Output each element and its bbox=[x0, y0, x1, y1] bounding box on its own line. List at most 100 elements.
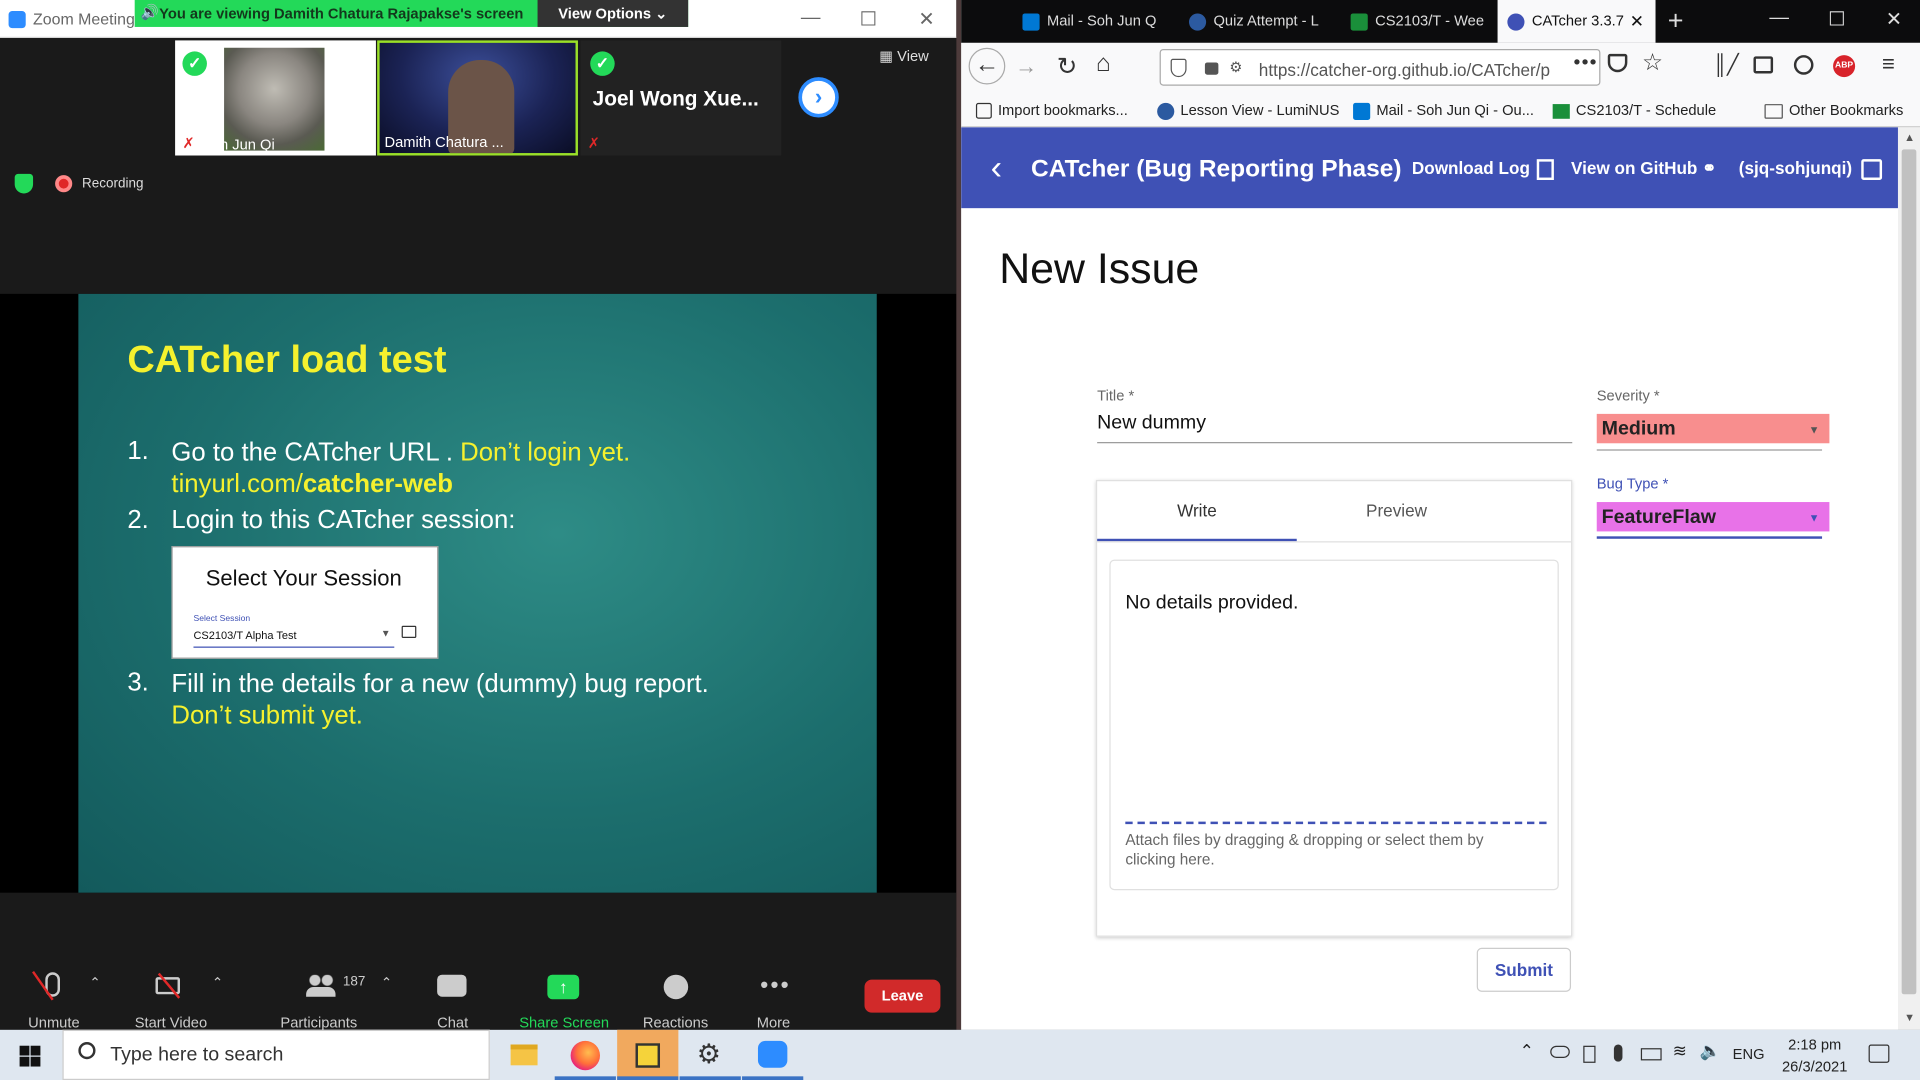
home-icon[interactable]: ⌂ bbox=[1096, 50, 1111, 78]
back-button-icon[interactable]: ← bbox=[968, 47, 1006, 85]
scrollbar-thumb[interactable] bbox=[1901, 149, 1917, 995]
settings-icon[interactable]: ⚙ bbox=[679, 1030, 741, 1080]
tab-label: Quiz Attempt - L bbox=[1213, 12, 1319, 30]
share-screen-button[interactable]: ↑ bbox=[547, 972, 584, 1001]
slide-item-2: 2. bbox=[127, 506, 148, 535]
maximize-icon[interactable]: ☐ bbox=[1828, 7, 1846, 31]
forward-icon[interactable]: → bbox=[1015, 54, 1037, 80]
page-title: New Issue bbox=[999, 244, 1200, 293]
adblock-plus-icon[interactable]: ABP bbox=[1833, 55, 1856, 78]
attach-files-hint[interactable]: Attach files by dragging & dropping or s… bbox=[1125, 830, 1529, 869]
slide-item-2-text: Login to this CATcher session: bbox=[171, 505, 516, 534]
maximize-icon[interactable]: ☐ bbox=[860, 7, 878, 31]
file-explorer-icon[interactable] bbox=[492, 1030, 553, 1080]
graduation-cap-icon bbox=[1350, 13, 1368, 31]
item-number: 2. bbox=[127, 505, 149, 534]
bug-type-label-text: Bug Type * bbox=[1596, 475, 1669, 493]
language-indicator[interactable]: ENG bbox=[1733, 1046, 1765, 1063]
tab-preview[interactable]: Preview bbox=[1297, 481, 1497, 541]
zoom-taskbar-icon[interactable] bbox=[742, 1030, 804, 1080]
unmute-menu-chevron-icon[interactable]: ⌃ bbox=[89, 975, 100, 991]
sidebar-icon[interactable] bbox=[1753, 56, 1774, 74]
view-options-button[interactable]: View Options ⌄ bbox=[537, 0, 689, 27]
tab-catcher[interactable]: CATcher 3.3.7 ✕ bbox=[1497, 0, 1656, 43]
windows-start-icon[interactable] bbox=[19, 1045, 41, 1067]
url-bar[interactable]: ⚙ https://catcher-org.github.io/CATcher/… bbox=[1159, 48, 1601, 86]
participants-button[interactable] bbox=[304, 972, 341, 1001]
description-text: No details provided. bbox=[1125, 592, 1299, 614]
battery-icon[interactable] bbox=[1640, 1048, 1662, 1061]
back-arrow-icon[interactable]: ‹ bbox=[991, 149, 1002, 186]
close-icon[interactable]: ✕ bbox=[1886, 7, 1902, 31]
next-page-button[interactable]: › bbox=[798, 77, 839, 118]
download-log-button[interactable]: Download Log bbox=[1412, 158, 1555, 180]
wifi-icon[interactable]: ≋ bbox=[1673, 1041, 1687, 1062]
new-tab-icon[interactable]: + bbox=[1668, 5, 1684, 37]
clock[interactable]: 2:18 pm 26/3/2021 bbox=[1776, 1033, 1854, 1077]
notifications-icon[interactable] bbox=[1868, 1044, 1890, 1063]
zoom-glyph bbox=[757, 1040, 788, 1068]
taskbar-search-box[interactable]: Type here to search bbox=[62, 1029, 490, 1080]
muted-mic-icon: ✗ bbox=[587, 134, 601, 152]
item-highlight: Don’t login yet. bbox=[460, 438, 631, 467]
session-screenshot: Select Your Session Select Session CS210… bbox=[171, 546, 439, 659]
tab-cs2103[interactable]: CS2103/T - Wee bbox=[1341, 0, 1495, 43]
close-icon[interactable]: ✕ bbox=[918, 7, 934, 31]
minimize-icon[interactable]: — bbox=[801, 7, 821, 29]
severity-label: Severity * bbox=[1596, 386, 1660, 405]
tray-chevron-icon[interactable]: ⌃ bbox=[1520, 1041, 1534, 1062]
leave-button[interactable]: Leave bbox=[864, 979, 941, 1013]
start-video-button[interactable] bbox=[155, 972, 193, 1001]
bookmark-star-icon[interactable]: ☆ bbox=[1642, 49, 1663, 77]
shield-icon bbox=[1170, 58, 1187, 78]
bookmark-import[interactable]: Import bookmarks... bbox=[975, 102, 1128, 120]
close-tab-icon[interactable]: ✕ bbox=[1630, 0, 1644, 43]
device-icon[interactable] bbox=[1583, 1045, 1596, 1063]
page-actions-icon[interactable]: ••• bbox=[1573, 53, 1597, 75]
chat-button[interactable] bbox=[437, 972, 474, 1001]
participant-tile-active-speaker[interactable]: Damith Chatura ... bbox=[377, 40, 578, 156]
minimize-icon[interactable]: — bbox=[1769, 7, 1789, 29]
description-editor[interactable]: No details provided. Attach files by dra… bbox=[1109, 559, 1559, 891]
reactions-button[interactable] bbox=[661, 972, 698, 1001]
scroll-down-icon[interactable]: ▼ bbox=[1904, 1011, 1915, 1023]
graduation-cap-icon bbox=[1552, 103, 1570, 119]
bug-type-select[interactable]: FeatureFlaw ▼ bbox=[1596, 502, 1830, 532]
menu-icon[interactable]: ≡ bbox=[1882, 51, 1895, 77]
account-icon[interactable] bbox=[1793, 55, 1814, 75]
participants-count: 187 bbox=[342, 974, 366, 990]
volume-icon[interactable]: 🔈 bbox=[1700, 1041, 1721, 1062]
more-button[interactable]: ••• bbox=[760, 972, 797, 1001]
bookmark-luminus[interactable]: Lesson View - LumiNUS bbox=[1157, 102, 1339, 120]
severity-select[interactable]: Medium ▼ bbox=[1596, 413, 1830, 444]
logout-button[interactable]: (sjq-sohjunqi) bbox=[1739, 158, 1883, 180]
pocket-icon[interactable] bbox=[1607, 53, 1628, 73]
participant-name-large: Joel Wong Xue... bbox=[592, 86, 759, 111]
start-video-label: Start Video bbox=[134, 1013, 208, 1032]
title-input[interactable]: New dummy bbox=[1097, 413, 1572, 442]
more-label: More bbox=[756, 1013, 791, 1032]
tab-write[interactable]: Write bbox=[1097, 481, 1297, 541]
page-scrollbar[interactable]: ▲ ▼ bbox=[1897, 127, 1920, 1030]
chat-label: Chat bbox=[437, 1013, 469, 1032]
video-menu-chevron-icon[interactable]: ⌃ bbox=[212, 975, 223, 991]
view-button[interactable]: ▦ View bbox=[879, 48, 929, 65]
bookmark-other[interactable]: Other Bookmarks bbox=[1764, 102, 1903, 119]
tab-quiz[interactable]: Quiz Attempt - L bbox=[1179, 0, 1333, 43]
view-on-github-button[interactable]: View on GitHub ⚭ bbox=[1571, 158, 1717, 179]
participants-menu-chevron-icon[interactable]: ⌃ bbox=[381, 975, 392, 991]
participants-body bbox=[306, 986, 336, 997]
bookmark-mail[interactable]: Mail - Soh Jun Qi - Ou... bbox=[1353, 102, 1534, 120]
onedrive-icon[interactable] bbox=[1550, 1045, 1570, 1058]
library-icon[interactable]: ║╱ bbox=[1713, 53, 1739, 77]
scroll-up-icon[interactable]: ▲ bbox=[1904, 131, 1915, 143]
microphone-icon[interactable] bbox=[1613, 1044, 1623, 1062]
participants-label: Participants bbox=[280, 1013, 358, 1032]
submit-button[interactable]: Submit bbox=[1476, 947, 1572, 992]
firefox-icon[interactable] bbox=[554, 1030, 616, 1080]
tab-mail[interactable]: Mail - Soh Jun Q bbox=[1013, 0, 1167, 43]
sticky-notes-icon[interactable] bbox=[617, 1029, 679, 1080]
bookmark-cs2103[interactable]: CS2103/T - Schedule bbox=[1552, 102, 1716, 119]
reload-icon[interactable]: ↻ bbox=[1057, 51, 1078, 82]
unmute-button[interactable] bbox=[32, 970, 76, 1001]
